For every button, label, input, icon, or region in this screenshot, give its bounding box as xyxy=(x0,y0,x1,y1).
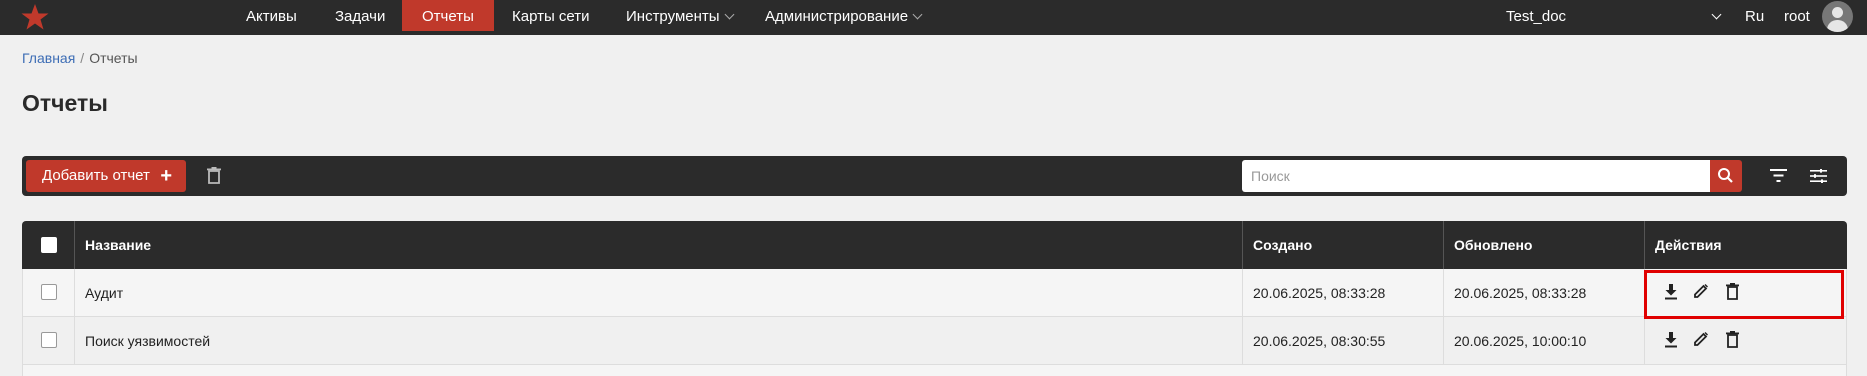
table-row[interactable]: Поиск уязвимостей 20.06.2025, 08:30:55 2… xyxy=(22,317,1847,365)
nav-item-reports[interactable]: Отчеты xyxy=(402,0,494,31)
breadcrumb-home-link[interactable]: Главная xyxy=(22,50,75,66)
report-updated: 20.06.2025, 08:33:28 xyxy=(1454,285,1587,301)
plus-icon: + xyxy=(160,165,172,187)
project-selector[interactable]: Test_doc xyxy=(1506,0,1566,31)
filter-icon[interactable] xyxy=(1770,169,1787,182)
avatar-body xyxy=(1827,20,1848,32)
star-logo-icon[interactable] xyxy=(20,3,50,31)
row-checkbox[interactable] xyxy=(41,284,57,300)
admin-chevron-down-icon[interactable] xyxy=(912,9,923,20)
breadcrumb: Главная / Отчеты xyxy=(22,50,138,66)
report-name[interactable]: Поиск уязвимостей xyxy=(75,317,210,365)
language-switcher[interactable]: Ru xyxy=(1745,0,1764,31)
search-input[interactable] xyxy=(1242,160,1712,192)
tools-chevron-down-icon[interactable] xyxy=(724,9,735,20)
column-header-actions: Действия xyxy=(1655,237,1722,253)
top-navbar: Активы Задачи Отчеты Карты сети Инструме… xyxy=(0,0,1867,35)
report-created: 20.06.2025, 08:30:55 xyxy=(1253,333,1386,349)
user-avatar-icon[interactable] xyxy=(1822,1,1853,32)
reports-table: Название Создано Обновлено Действия Ауди… xyxy=(22,221,1847,376)
trash-icon[interactable] xyxy=(1726,331,1739,348)
download-icon[interactable] xyxy=(1664,331,1678,348)
table-row[interactable]: Аудит 20.06.2025, 08:33:28 20.06.2025, 0… xyxy=(22,269,1847,317)
column-header-created[interactable]: Создано xyxy=(1243,221,1312,269)
table-header: Название Создано Обновлено Действия xyxy=(22,221,1847,269)
add-report-label: Добавить отчет xyxy=(42,167,150,184)
bulk-delete-trash-icon[interactable] xyxy=(207,167,221,184)
breadcrumb-current: Отчеты xyxy=(89,50,138,66)
report-name[interactable]: Аудит xyxy=(75,269,123,317)
column-header-name[interactable]: Название xyxy=(75,221,151,269)
column-header-updated[interactable]: Обновлено xyxy=(1444,221,1532,269)
add-report-button[interactable]: Добавить отчет + xyxy=(26,160,186,192)
column-settings-icon[interactable] xyxy=(1810,169,1827,183)
report-updated: 20.06.2025, 10:00:10 xyxy=(1454,333,1587,349)
search-button[interactable] xyxy=(1710,160,1742,192)
edit-icon[interactable] xyxy=(1693,331,1709,347)
page-title: Отчеты xyxy=(22,90,108,116)
highlight-box xyxy=(1644,270,1844,319)
nav-item-assets[interactable]: Активы xyxy=(246,0,297,31)
nav-item-tools[interactable]: Инструменты xyxy=(626,0,720,31)
project-chevron-down-icon[interactable] xyxy=(1711,9,1722,20)
report-created: 20.06.2025, 08:33:28 xyxy=(1253,285,1386,301)
row-checkbox[interactable] xyxy=(41,332,57,348)
search-icon xyxy=(1718,168,1733,183)
nav-item-administration[interactable]: Администрирование xyxy=(765,0,908,31)
divider xyxy=(1644,317,1645,365)
select-all-checkbox[interactable] xyxy=(41,237,57,253)
user-name[interactable]: root xyxy=(1784,0,1810,31)
breadcrumb-separator: / xyxy=(80,50,85,66)
avatar-head xyxy=(1832,7,1843,18)
search-box xyxy=(1242,160,1742,192)
nav-item-network-maps[interactable]: Карты сети xyxy=(512,0,590,31)
table-row-partial xyxy=(22,365,1847,376)
nav-item-tasks[interactable]: Задачи xyxy=(335,0,385,31)
toolbar: Добавить отчет + xyxy=(22,156,1847,196)
